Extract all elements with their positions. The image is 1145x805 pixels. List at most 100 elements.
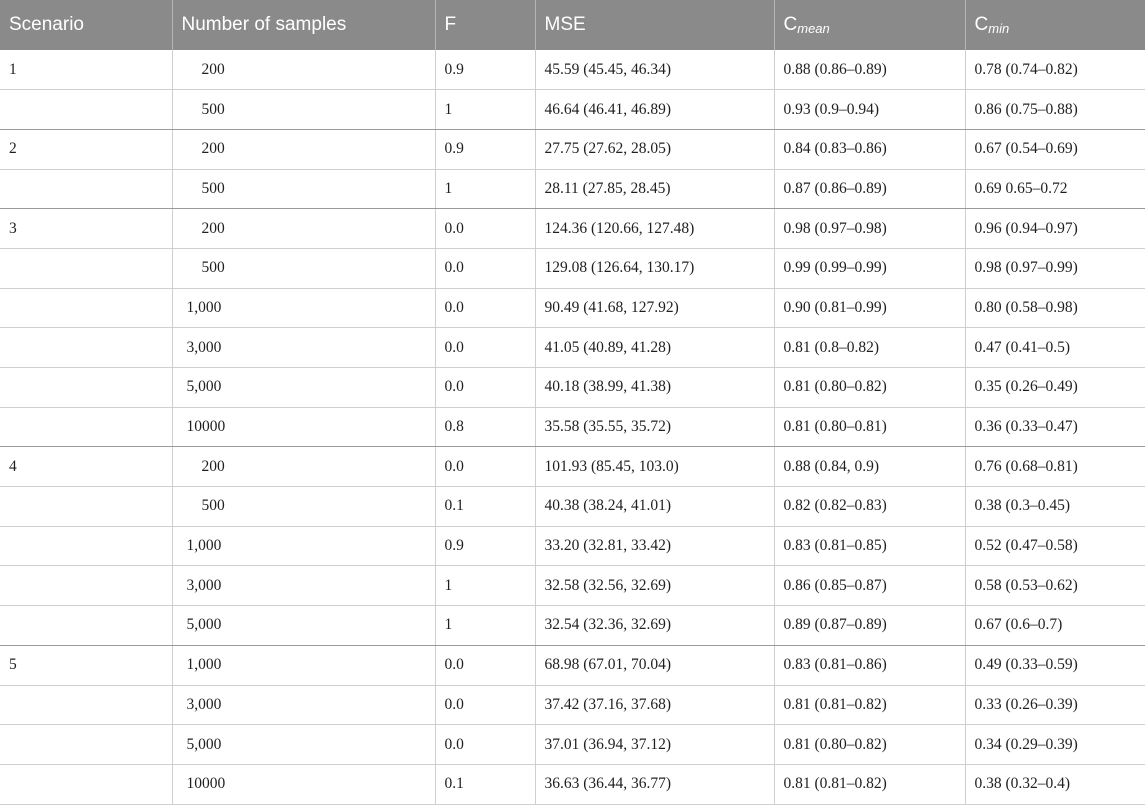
cell-f: 0.1 [434, 764, 535, 805]
cell-cmean: 0.89 (0.87–0.89) [773, 605, 965, 646]
cell-samples: 10000 [171, 407, 435, 448]
cell-cmin: 0.96 (0.94–0.97) [964, 208, 1145, 249]
header-samples: Number of samples [171, 0, 435, 50]
header-mse: MSE [534, 0, 774, 50]
cell-samples: 200 [171, 50, 435, 91]
cell-cmin: 0.78 (0.74–0.82) [964, 50, 1145, 91]
cell-f: 1 [434, 565, 535, 607]
cell-f: 0.0 [434, 724, 535, 765]
cell-f: 0.0 [434, 645, 535, 686]
cell-scenario: 3 [0, 208, 172, 249]
cell-cmin: 0.69 0.65–0.72 [964, 169, 1145, 210]
cell-mse: 90.49 (41.68, 127.92) [534, 288, 774, 329]
cell-f: 0.0 [434, 208, 535, 249]
cell-scenario [0, 288, 172, 329]
table-row: 1,000 0.9 33.20 (32.81, 33.42) 0.83 (0.81–0… [0, 526, 1145, 567]
cell-cmin: 0.67 (0.54–0.69) [964, 129, 1145, 170]
table-row: 5,000 1 32.54 (32.36, 32.69) 0.89 (0.87–0.8… [0, 605, 1145, 646]
cell-mse: 27.75 (27.62, 28.05) [534, 129, 774, 170]
cell-cmean: 0.93 (0.9–0.94) [773, 89, 965, 130]
cell-cmean: 0.81 (0.80–0.82) [773, 367, 965, 408]
cell-scenario [0, 248, 172, 289]
cell-samples: 1,000 [171, 288, 435, 329]
table-row: 500 1 46.64 (46.41, 46.89) 0.93 (0.9–0.94) 0… [0, 89, 1145, 130]
cell-samples: 3,000 [171, 685, 435, 726]
header-scenario: Scenario [9, 14, 84, 35]
cell-cmin: 0.47 (0.41–0.5) [964, 327, 1145, 368]
cell-scenario: 1 [0, 50, 172, 91]
cell-cmean: 0.82 (0.82–0.83) [773, 486, 965, 527]
cell-f: 0.1 [434, 486, 535, 527]
cell-mse: 35.58 (35.55, 35.72) [534, 407, 774, 448]
cell-samples: 500 [171, 486, 435, 527]
cell-cmin: 0.98 (0.97–0.99) [964, 248, 1145, 289]
cell-f: 0.0 [434, 367, 535, 408]
cell-scenario: 4 [0, 446, 172, 488]
table-row: 10000 0.8 35.58 (35.55, 35.72) 0.81 (0.80–0… [0, 407, 1145, 448]
table-row: 5,000 0.0 37.01 (36.94, 37.12) 0.81 (0.80–0… [0, 724, 1145, 765]
cell-cmin: 0.58 (0.53–0.62) [964, 565, 1145, 607]
cell-cmean: 0.99 (0.99–0.99) [773, 248, 965, 289]
cell-cmean: 0.81 (0.8–0.82) [773, 327, 965, 368]
cell-mse: 40.38 (38.24, 41.01) [534, 486, 774, 527]
table-row: 1 200 0.9 45.59 (45.45, 46.34) 0.88 (0.86–0.… [0, 50, 1145, 91]
cell-cmin: 0.52 (0.47–0.58) [964, 526, 1145, 567]
cell-cmean: 0.81 (0.81–0.82) [773, 764, 965, 805]
cell-f: 0.0 [434, 288, 535, 329]
results-table: Scenario Number of samples F MSE Cmean C… [0, 0, 1145, 805]
cell-f: 0.0 [434, 446, 535, 488]
cell-samples: 5,000 [171, 367, 435, 408]
table-row: 3,000 0.0 41.05 (40.89, 41.28) 0.81 (0.8–0.… [0, 327, 1145, 368]
cell-f: 0.9 [434, 50, 535, 91]
cell-scenario [0, 605, 172, 646]
cell-cmean: 0.90 (0.81–0.99) [773, 288, 965, 329]
cell-cmin: 0.67 (0.6–0.7) [964, 605, 1145, 646]
cell-samples: 500 [171, 89, 435, 130]
cell-cmin: 0.34 (0.29–0.39) [964, 724, 1145, 765]
cell-f: 0.9 [434, 526, 535, 567]
cell-cmin: 0.76 (0.68–0.81) [964, 446, 1145, 488]
cell-scenario [0, 486, 172, 527]
cell-mse: 46.64 (46.41, 46.89) [534, 89, 774, 130]
cell-cmin: 0.36 (0.33–0.47) [964, 407, 1145, 448]
cell-scenario [0, 89, 172, 130]
cell-samples: 5,000 [171, 724, 435, 765]
cell-mse: 68.98 (67.01, 70.04) [534, 645, 774, 686]
table-row: 3 200 0.0 124.36 (120.66, 127.48) 0.98 (0.97… [0, 208, 1145, 249]
cell-scenario [0, 565, 172, 607]
cell-cmin: 0.49 (0.33–0.59) [964, 645, 1145, 686]
cell-mse: 129.08 (126.64, 130.17) [534, 248, 774, 289]
cell-mse: 33.20 (32.81, 33.42) [534, 526, 774, 567]
cell-mse: 32.58 (32.56, 32.69) [534, 565, 774, 607]
table-row: 3,000 0.0 37.42 (37.16, 37.68) 0.81 (0.81–0… [0, 685, 1145, 726]
cell-cmean: 0.83 (0.81–0.85) [773, 526, 965, 567]
cell-scenario [0, 526, 172, 567]
cell-samples: 500 [171, 169, 435, 210]
cell-cmean: 0.84 (0.83–0.86) [773, 129, 965, 170]
cell-cmean: 0.81 (0.80–0.81) [773, 407, 965, 448]
cell-mse: 28.11 (27.85, 28.45) [534, 169, 774, 210]
table-header: Scenario Number of samples F MSE Cmean C… [0, 0, 1145, 50]
cell-samples: 1,000 [171, 526, 435, 567]
cell-scenario [0, 764, 172, 805]
cell-mse: 40.18 (38.99, 41.38) [534, 367, 774, 408]
cell-cmin: 0.38 (0.3–0.45) [964, 486, 1145, 527]
header-cmin-sub: min [988, 21, 1010, 36]
cell-cmean: 0.81 (0.80–0.82) [773, 724, 965, 765]
cell-f: 0.0 [434, 327, 535, 368]
table-row: 3,000 1 32.58 (32.56, 32.69) 0.86 (0.85–0.8… [0, 565, 1145, 607]
header-cmin-base: C [974, 14, 989, 35]
cell-f: 0.0 [434, 685, 535, 726]
cell-cmean: 0.86 (0.85–0.87) [773, 565, 965, 607]
cell-samples: 500 [171, 248, 435, 289]
cell-samples: 5,000 [171, 605, 435, 646]
header-cmean-base: C [783, 14, 798, 35]
header-cmin: Cmin [964, 0, 1145, 50]
table-row: 5 1,000 0.0 68.98 (67.01, 70.04) 0.83 (0.81–… [0, 645, 1145, 686]
cell-f: 1 [434, 89, 535, 130]
cell-scenario [0, 724, 172, 765]
cell-cmean: 0.83 (0.81–0.86) [773, 645, 965, 686]
cell-cmean: 0.81 (0.81–0.82) [773, 685, 965, 726]
cell-scenario [0, 685, 172, 726]
cell-mse: 37.01 (36.94, 37.12) [534, 724, 774, 765]
